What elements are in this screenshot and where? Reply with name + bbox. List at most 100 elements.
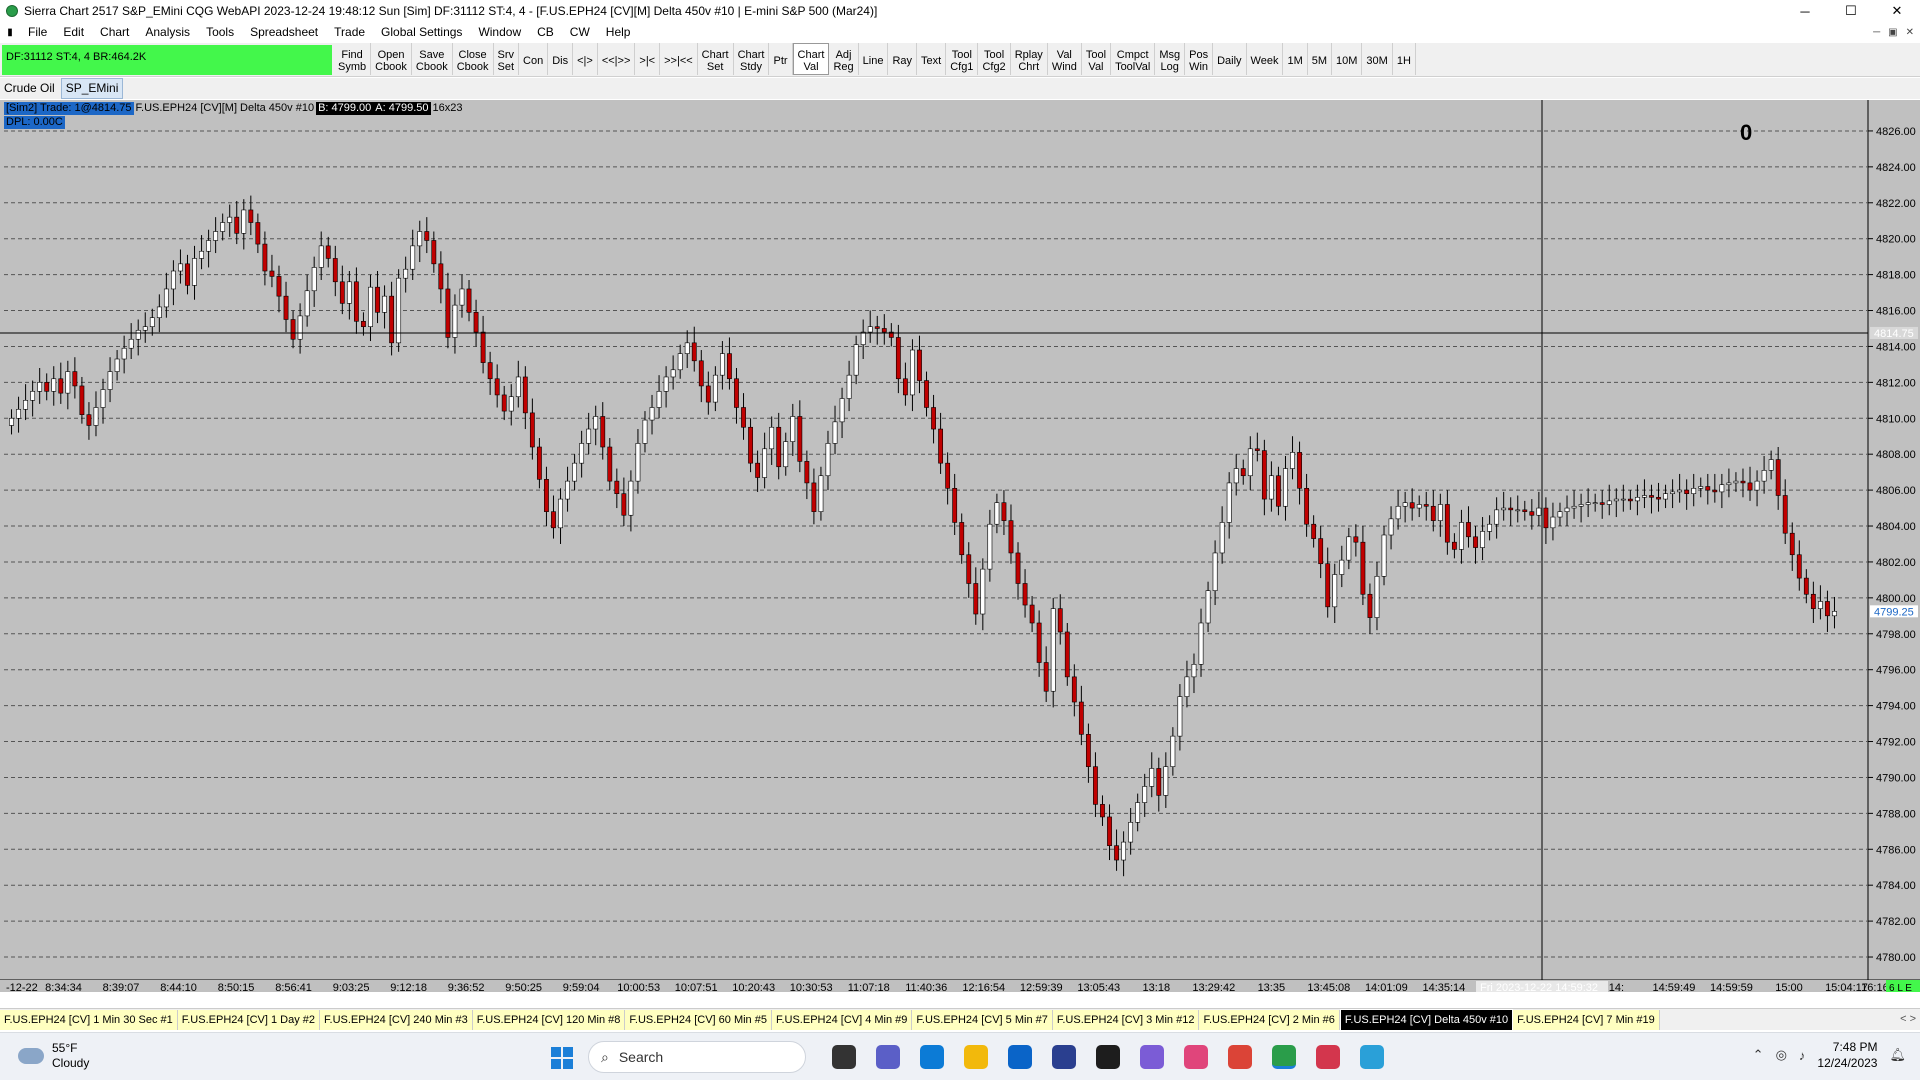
toolbar-button-text[interactable]: Text (917, 43, 947, 75)
store-icon[interactable] (1052, 1045, 1076, 1069)
toolbar-button-[interactable]: <|> (573, 43, 598, 75)
menu-edit[interactable]: Edit (55, 22, 92, 43)
sheet-tab[interactable]: F.US.EPH24 [CV] 1 Min 30 Sec #1 (0, 1009, 178, 1030)
menu-cw[interactable]: CW (562, 22, 598, 43)
toolbar-button-toolcfg1[interactable]: Tool Cfg1 (946, 43, 979, 75)
mail-icon[interactable] (1008, 1045, 1032, 1069)
maximize-button[interactable]: ☐ (1828, 0, 1874, 22)
close-button[interactable]: ✕ (1874, 0, 1920, 22)
toolbar-button-closecbook[interactable]: Close Cbook (453, 43, 494, 75)
toolbar-button-findsymb[interactable]: Find Symb (334, 43, 372, 75)
telegram-icon[interactable] (1360, 1045, 1384, 1069)
network-icon[interactable]: ◎ (1776, 1047, 1787, 1063)
toolbar-button-chartset[interactable]: Chart Set (698, 43, 734, 75)
candlestick-chart[interactable]: 4826.00 4824.00 4822.00 4820.00 4818.00 4816.… (0, 100, 1920, 992)
copilot-icon[interactable] (1140, 1045, 1164, 1069)
itunes-icon[interactable] (1184, 1045, 1208, 1069)
dell-icon[interactable] (1096, 1045, 1120, 1069)
candle (121, 335, 127, 374)
toolbar-button-chartval[interactable]: Chart Val (792, 43, 830, 75)
chevron-up-icon[interactable]: ⌃ (1753, 1047, 1764, 1063)
toolbar-button-toolcfg2[interactable]: Tool Cfg2 (978, 43, 1011, 75)
chartbook-tab-crude-oil[interactable]: Crude Oil (0, 79, 59, 98)
toolbar-button-1h[interactable]: 1H (1393, 43, 1416, 75)
toolbar-button-rplaychrt[interactable]: Rplay Chrt (1011, 43, 1048, 75)
teams-icon[interactable] (876, 1045, 900, 1069)
candle-body (1663, 493, 1668, 500)
candle-body (466, 288, 472, 313)
toolbar-button-toolval[interactable]: Tool Val (1082, 43, 1112, 75)
toolbar-button-dis[interactable]: Dis (548, 43, 574, 75)
toolbar-button-30m[interactable]: 30M (1362, 43, 1393, 75)
menu-cb[interactable]: CB (529, 22, 562, 43)
toolbar-button-line[interactable]: Line (859, 43, 889, 75)
toolbar-button-[interactable]: <<|>> (598, 43, 636, 75)
toolbar-button-valwind[interactable]: Val Wind (1048, 43, 1082, 75)
weather-widget[interactable]: 55°F Cloudy (18, 1041, 89, 1071)
sheet-tab[interactable]: F.US.EPH24 [CV] 60 Min #5 (625, 1009, 772, 1030)
notification-bell-icon[interactable]: 🔔︎ (1889, 1047, 1906, 1063)
candle (888, 323, 894, 347)
sheet-tab[interactable]: F.US.EPH24 [CV] Delta 450v #10 (1339, 1009, 1514, 1030)
chartbook-tab-sp-emini[interactable]: SP_EMini (60, 78, 124, 99)
toolbar-button-5m[interactable]: 5M (1308, 43, 1333, 75)
toolbar-button-ray[interactable]: Ray (888, 43, 917, 75)
task-view-icon[interactable] (832, 1045, 856, 1069)
sheet-tab[interactable]: F.US.EPH24 [CV] 240 Min #3 (320, 1009, 473, 1030)
toolbar-button-opencbook[interactable]: Open Cbook (371, 43, 412, 75)
toolbar-button-10m[interactable]: 10M (1332, 43, 1363, 75)
toolbar-button-msglog[interactable]: Msg Log (1155, 43, 1186, 75)
taskbar-search[interactable]: ⌕ Search (588, 1041, 806, 1073)
file-explorer-icon[interactable] (964, 1045, 988, 1069)
y-tick-label: 4802.00 (1876, 557, 1916, 569)
menu-spreadsheet[interactable]: Spreadsheet (242, 22, 326, 43)
sheet-tab[interactable]: F.US.EPH24 [CV] 4 Min #9 (771, 1009, 913, 1030)
speaker-icon[interactable]: ♪ (1799, 1048, 1806, 1063)
sierra-chart-icon[interactable] (1272, 1045, 1296, 1069)
toolbar-button-srvset[interactable]: Srv Set (494, 43, 520, 75)
sheet-tab[interactable]: F.US.EPH24 [CV] 5 Min #7 (912, 1009, 1053, 1030)
chart-area[interactable]: 4826.00 4824.00 4822.00 4820.00 4818.00 4816.… (0, 100, 1920, 992)
candle (1001, 490, 1007, 535)
toolbar-button-con[interactable]: Con (519, 43, 549, 75)
menu-file[interactable]: File (20, 22, 55, 43)
toolbar-button-savecbook[interactable]: Save Cbook (412, 43, 453, 75)
edge-icon[interactable] (920, 1045, 944, 1069)
candle (424, 217, 430, 254)
clock[interactable]: 7:48 PM 12/24/2023 (1817, 1039, 1877, 1071)
menu-app-icon[interactable]: ▮ (0, 27, 20, 38)
toolbar-button-week[interactable]: Week (1247, 43, 1284, 75)
toolbar-button-daily[interactable]: Daily (1213, 43, 1247, 75)
candle (1015, 542, 1021, 600)
mdi-minimize-icon[interactable]: ─ (1873, 22, 1880, 43)
menu-global-settings[interactable]: Global Settings (373, 22, 470, 43)
menu-analysis[interactable]: Analysis (137, 22, 198, 43)
start-button[interactable] (551, 1047, 573, 1069)
menu-trade[interactable]: Trade (326, 22, 373, 43)
candle (670, 355, 676, 390)
menu-window[interactable]: Window (470, 22, 529, 43)
sheet-tab[interactable]: F.US.EPH24 [CV] 7 Min #19 (1513, 1009, 1660, 1030)
menu-help[interactable]: Help (598, 22, 639, 43)
sheet-tab[interactable]: F.US.EPH24 [CV] 3 Min #12 (1052, 1009, 1200, 1030)
sheet-tab[interactable]: F.US.EPH24 [CV] 1 Day #2 (177, 1009, 321, 1030)
toolbar-button-1m[interactable]: 1M (1283, 43, 1308, 75)
mdi-restore-icon[interactable]: ▣ (1888, 22, 1897, 43)
toolbar-button-chartstdy[interactable]: Chart Stdy (734, 43, 770, 75)
toolbar-button-adjreg[interactable]: Adj Reg (829, 43, 859, 75)
menu-tools[interactable]: Tools (198, 22, 242, 43)
sheet-tab[interactable]: F.US.EPH24 [CV] 2 Min #6 (1199, 1009, 1340, 1030)
toolbar-button-[interactable]: >>|<< (660, 43, 698, 75)
chrome-icon[interactable] (1228, 1045, 1252, 1069)
toolbar-button-poswin[interactable]: Pos Win (1185, 43, 1214, 75)
tab-scroll-arrows[interactable]: < > (1900, 1009, 1916, 1029)
candle (1388, 506, 1394, 550)
minimize-button[interactable]: ─ (1782, 0, 1828, 22)
menu-chart[interactable]: Chart (92, 22, 137, 43)
toolbar-button-ptr[interactable]: Ptr (769, 43, 793, 75)
vivaldi-icon[interactable] (1316, 1045, 1340, 1069)
mdi-close-icon[interactable]: ✕ (1906, 22, 1914, 43)
toolbar-button-cmpcttoolval[interactable]: Cmpct ToolVal (1111, 43, 1156, 75)
toolbar-button-[interactable]: >|< (635, 43, 661, 75)
sheet-tab[interactable]: F.US.EPH24 [CV] 120 Min #8 (472, 1009, 626, 1030)
